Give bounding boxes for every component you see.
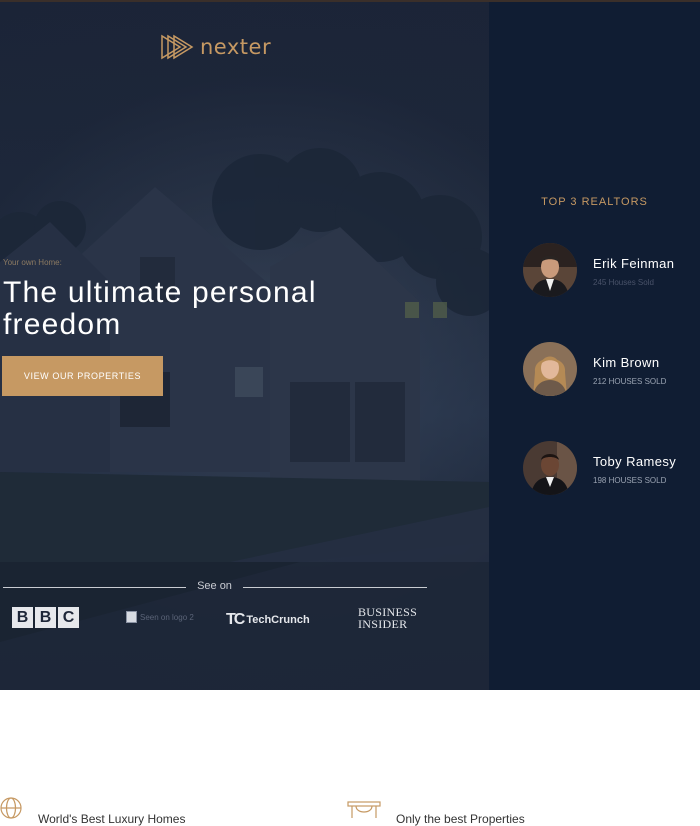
feature-item: Only the best Properties: [346, 798, 525, 826]
realtor-card[interactable]: Toby Ramesy 198 HOUSES SOLD: [523, 441, 700, 497]
realtor-houses-sold: 212 HOUSES SOLD: [593, 377, 667, 386]
sidebar-title: TOP 3 REALTORS: [541, 196, 648, 208]
realtor-name: Kim Brown: [593, 355, 660, 370]
realtor-card[interactable]: Erik Feinman 245 Houses Sold: [523, 243, 700, 299]
feature-label: Only the best Properties: [396, 812, 525, 826]
realtor-name: Toby Ramesy: [593, 454, 677, 469]
realtor-avatar: [523, 342, 577, 396]
techcrunch-logo: TC TechCrunch: [226, 611, 310, 629]
bbc-letter: B: [35, 607, 56, 628]
broken-image-icon: [126, 611, 137, 623]
view-properties-button[interactable]: VIEW OUR PROPERTIES: [2, 356, 163, 396]
hero-eyebrow: Your own Home:: [3, 258, 62, 267]
realtor-avatar: [523, 441, 577, 495]
divider-line-right: [243, 587, 427, 588]
realtors-sidebar: TOP 3 REALTORS Erik Feinman 245 Houses S…: [489, 2, 700, 690]
seen-on-label: See on: [197, 580, 232, 592]
play-triangles-icon: [160, 34, 194, 60]
realtor-avatar: [523, 243, 577, 297]
hero-headline: The ultimate personal freedom: [3, 276, 317, 341]
techcrunch-wordmark: TechCrunch: [246, 614, 310, 626]
divider-line-left: [3, 587, 186, 588]
realtor-houses-sold: 198 HOUSES SOLD: [593, 476, 667, 485]
broken-image-alt: Seen on logo 2: [140, 612, 194, 622]
realtor-name: Erik Feinman: [593, 256, 675, 271]
bbc-logo: B B C: [12, 607, 79, 628]
logo-text: nexter: [200, 35, 272, 59]
business-insider-logo: BUSINESS INSIDER: [358, 605, 418, 631]
realtor-houses-sold: 245 Houses Sold: [593, 278, 654, 287]
trophy-icon: [346, 798, 382, 822]
broken-logo-image: Seen on logo 2: [126, 611, 194, 623]
feature-item: World's Best Luxury Homes: [0, 797, 185, 826]
seen-on-divider: See on: [3, 580, 427, 596]
hero-section: nexter Your own Home: The ultimate perso…: [0, 2, 489, 690]
bbc-letter: C: [58, 607, 79, 628]
nexter-logo[interactable]: nexter: [160, 32, 271, 62]
bbc-letter: B: [12, 607, 33, 628]
feature-label: World's Best Luxury Homes: [38, 812, 186, 826]
realtor-card[interactable]: Kim Brown 212 HOUSES SOLD: [523, 342, 700, 398]
globe-icon: [0, 796, 24, 824]
techcrunch-mark: TC: [226, 611, 245, 628]
